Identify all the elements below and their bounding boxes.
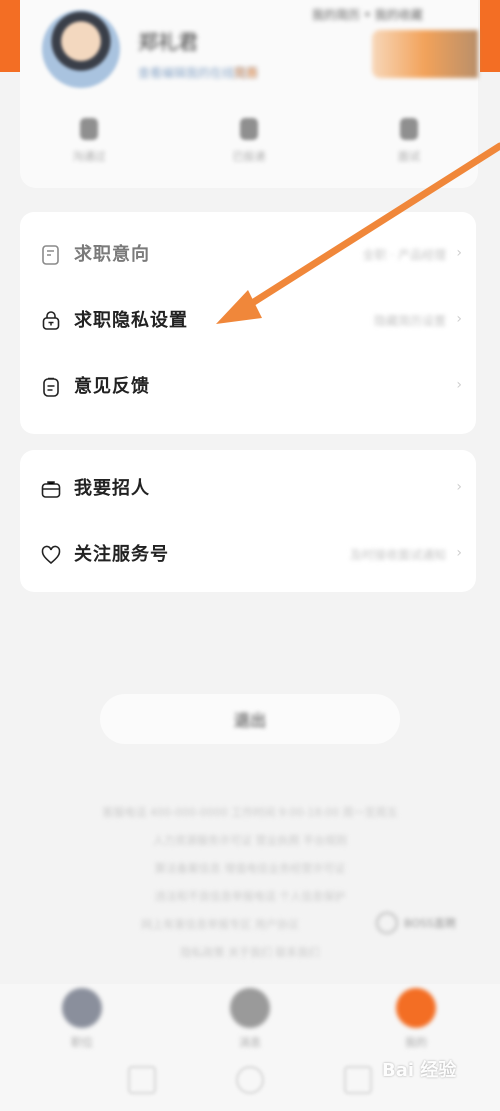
brand-badge: BOSS直聘 [376, 908, 464, 938]
menu-label: 我要招人 [74, 478, 150, 499]
quick-label: 沟通过 [72, 150, 106, 163]
menu-value: 全职 · 产品经理 [362, 248, 446, 262]
chevron-right-icon: › [456, 479, 462, 495]
user-name[interactable]: 郑礼君 [138, 26, 198, 55]
footer-line[interactable]: 网上有害信息举报专区 用户协议 [0, 916, 440, 932]
tab-label: 我的 [405, 1036, 427, 1049]
profile-card: 郑礼君 查看编辑我的在线简历 完善 我的简历 • 我的收藏 沟通过 已投递 面试 [20, 0, 478, 188]
footer-line[interactable]: 违法和不良信息举报电话 个人信息保护 [0, 888, 500, 904]
tab-label: 职位 [71, 1036, 93, 1049]
chevron-right-icon: › [456, 377, 462, 393]
chat-icon [80, 118, 98, 140]
menu-label: 求职隐私设置 [74, 310, 188, 331]
menu-label: 求职意向 [74, 244, 150, 265]
system-home-button[interactable] [236, 1066, 264, 1094]
document-icon [240, 118, 258, 140]
baidu-watermark: Bai 经验 [382, 1060, 457, 1081]
chevron-right-icon: › [456, 545, 462, 561]
heart-icon [41, 545, 61, 565]
logout-label: 退出 [233, 711, 266, 730]
clipboard-icon [42, 245, 59, 265]
feedback-icon [43, 377, 59, 397]
lock-icon [42, 311, 60, 330]
quick-item-chatted[interactable]: 沟通过 [54, 118, 124, 164]
menu-item-privacy-settings[interactable]: 求职隐私设置 隐藏简历设置 › [20, 300, 476, 340]
tab-label: 消息 [239, 1036, 261, 1049]
tab-me[interactable]: 我的 [376, 988, 456, 1050]
settings-card: 求职意向 全职 · 产品经理 › 求职隐私设置 隐藏简历设置 › 意见反馈 › [20, 212, 476, 434]
orange-edge-left [0, 0, 20, 72]
footer-line[interactable]: 算法备案信息 增值电信业务经营许可证 [0, 860, 500, 876]
menu-value: 隐藏简历设置 [373, 314, 446, 328]
footer-line[interactable]: 人力资源服务许可证 营业执照 平台规则 [0, 832, 500, 848]
complete-tag: 完善 [234, 66, 259, 80]
system-recent-button[interactable] [344, 1066, 372, 1094]
quick-label: 面试 [398, 150, 420, 163]
orange-edge-right [480, 0, 500, 72]
footer-line[interactable]: 隐私政策 关于我们 联系我们 [0, 944, 500, 960]
menu-label: 关注服务号 [74, 544, 169, 565]
quick-item-applied[interactable]: 已投递 [214, 118, 284, 164]
chevron-right-icon: › [456, 311, 462, 327]
tab-jobs[interactable]: 职位 [42, 988, 122, 1050]
chevron-right-icon: › [456, 245, 462, 261]
menu-item-job-intention[interactable]: 求职意向 全职 · 产品经理 › [20, 234, 476, 274]
quick-item-interview[interactable]: 面试 [374, 118, 444, 164]
calendar-icon [400, 118, 418, 140]
promo-banner[interactable] [372, 30, 478, 78]
message-icon [230, 988, 270, 1028]
footer-line[interactable]: 客服电话 400-000-0000 工作时间 9:00-18:00 周一至周五 [0, 804, 500, 820]
avatar[interactable] [42, 10, 120, 88]
jobs-icon [62, 988, 102, 1028]
brand-name: BOSS直聘 [404, 917, 456, 930]
menu-item-feedback[interactable]: 意见反馈 › [20, 366, 476, 406]
service-card: 我要招人 › 关注服务号 及时接收面试通知 › [20, 450, 476, 592]
logout-button[interactable]: 退出 [100, 694, 400, 744]
menu-item-follow-account[interactable]: 关注服务号 及时接收面试通知 › [20, 534, 476, 574]
system-back-button[interactable] [128, 1066, 156, 1094]
brand-logo-icon [376, 912, 398, 934]
quick-label: 已投递 [232, 150, 266, 163]
menu-label: 意见反馈 [74, 376, 150, 397]
briefcase-icon [41, 481, 61, 498]
top-stat[interactable]: 我的简历 • 我的收藏 [312, 6, 423, 23]
profile-icon [396, 988, 436, 1028]
menu-value: 及时接收面试通知 [349, 548, 446, 562]
menu-item-recruit[interactable]: 我要招人 › [20, 468, 476, 508]
tab-messages[interactable]: 消息 [210, 988, 290, 1050]
